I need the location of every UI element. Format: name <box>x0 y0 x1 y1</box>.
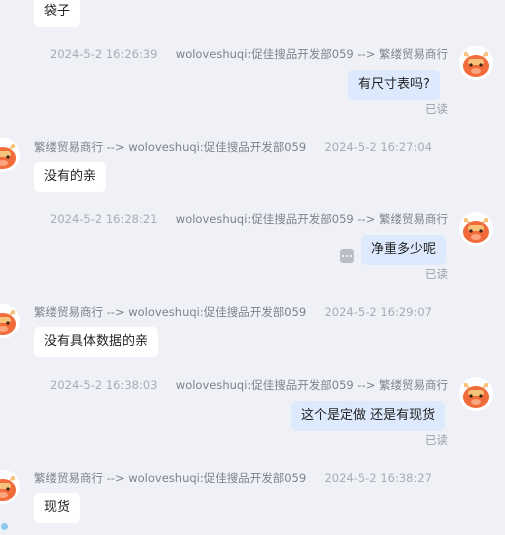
read-status: 已读 <box>425 102 448 116</box>
read-status: 已读 <box>425 433 448 447</box>
message-meta: 繁缕贸易商行 --> woloveshuqi:促佳搜品开发部059 2024-5… <box>34 139 432 155</box>
message-meta: 2024-5-2 16:28:21 woloveshuqi:促佳搜品开发部059… <box>50 211 448 227</box>
message-meta: 繁缕贸易商行 --> woloveshuqi:促佳搜品开发部059 2024-5… <box>34 470 432 486</box>
message-route: woloveshuqi:促佳搜品开发部059 --> 繁缕贸易商行 <box>175 47 448 61</box>
more-options-icon[interactable] <box>340 249 354 263</box>
bull-avatar-icon[interactable] <box>0 138 20 172</box>
message-route: 繁缕贸易商行 --> woloveshuqi:促佳搜品开发部059 <box>34 140 307 154</box>
message-time: 2024-5-2 16:27:04 <box>324 140 432 154</box>
message-bubble: 有尺寸表吗? <box>348 70 440 100</box>
message-time: 2024-5-2 16:38:03 <box>50 378 158 392</box>
read-status: 已读 <box>425 267 448 281</box>
bull-avatar-icon[interactable] <box>0 304 20 338</box>
bull-avatar-icon[interactable] <box>459 212 493 246</box>
message-time: 2024-5-2 16:38:27 <box>324 471 432 485</box>
bull-avatar-icon[interactable] <box>0 470 20 504</box>
bull-avatar-icon[interactable] <box>459 377 493 411</box>
message-time: 2024-5-2 16:28:21 <box>50 212 158 226</box>
message-bubble: 袋子 <box>34 0 81 27</box>
message-time: 2024-5-2 16:26:39 <box>50 47 158 61</box>
message-bubble: 没有具体数据的亲 <box>34 327 159 357</box>
scroll-indicator <box>1 523 8 530</box>
message-meta: 繁缕贸易商行 --> woloveshuqi:促佳搜品开发部059 2024-5… <box>34 304 432 320</box>
message-meta: 2024-5-2 16:38:03 woloveshuqi:促佳搜品开发部059… <box>50 377 448 393</box>
message-bubble: 这个是定做 还是有现货 <box>291 401 446 431</box>
message-route: 繁缕贸易商行 --> woloveshuqi:促佳搜品开发部059 <box>34 305 307 319</box>
message-route: woloveshuqi:促佳搜品开发部059 --> 繁缕贸易商行 <box>175 212 448 226</box>
message-bubble: 没有的亲 <box>34 162 107 192</box>
message-route: woloveshuqi:促佳搜品开发部059 --> 繁缕贸易商行 <box>175 378 448 392</box>
message-meta: 2024-5-2 16:26:39 woloveshuqi:促佳搜品开发部059… <box>50 46 448 62</box>
bull-avatar-icon[interactable] <box>459 46 493 80</box>
message-bubble: 现货 <box>34 493 81 523</box>
message-bubble: 净重多少呢 <box>361 235 447 265</box>
message-time: 2024-5-2 16:29:07 <box>324 305 432 319</box>
message-route: 繁缕贸易商行 --> woloveshuqi:促佳搜品开发部059 <box>34 471 307 485</box>
